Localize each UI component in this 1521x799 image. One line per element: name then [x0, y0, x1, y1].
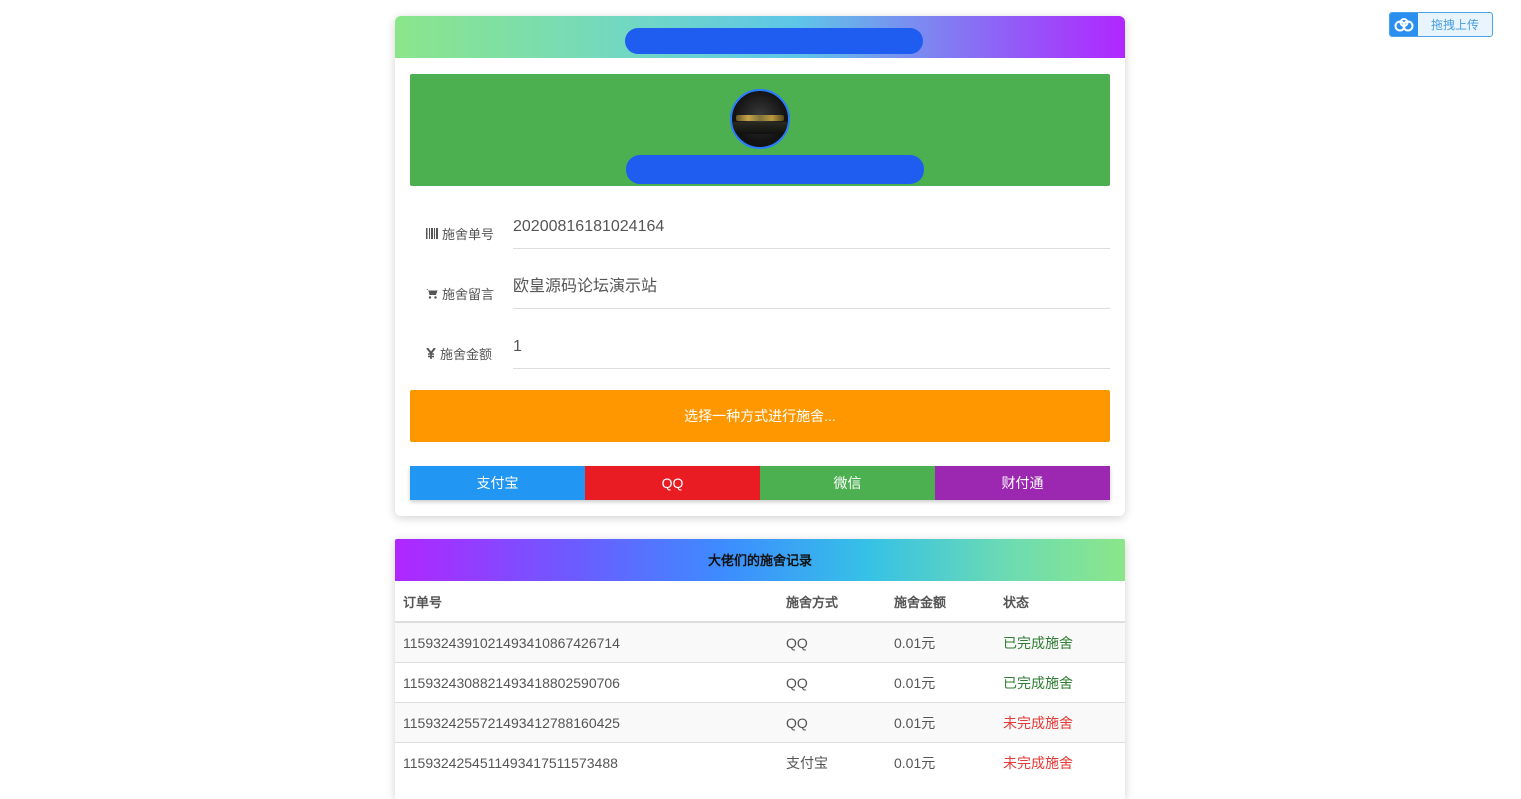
cell-order: 11593242557214934127881604​25 — [395, 702, 778, 743]
table-row: 11593242545114934175115734​88 支付宝 0.01元 … — [395, 742, 1125, 782]
message-input[interactable]: 欧皇源码论坛演示站 — [513, 272, 1110, 309]
cell-status: 未完成施舍 — [995, 702, 1125, 743]
amount-input[interactable]: 1 — [513, 332, 1110, 369]
records-table: 订单号 施舍方式 施舍金额 状态 11593243910214934108674… — [395, 581, 1125, 782]
avatar — [730, 89, 790, 149]
col-amount: 施舍金额 — [886, 581, 995, 623]
table-header-row: 订单号 施舍方式 施舍金额 状态 — [395, 581, 1125, 623]
drag-upload-button[interactable]: 拖拽上传 — [1389, 12, 1493, 37]
cart-icon — [426, 289, 438, 299]
table-row: 11593243088214934188025907​06 QQ 0.01元 已… — [395, 662, 1125, 703]
donation-card: 施舍单号 20200816181024164 施舍留言 欧皇源码论坛演示站 施舍… — [395, 16, 1125, 516]
amount-field: 施舍金额 1 — [410, 332, 1110, 370]
payment-methods: 支付宝 QQ 微信 财付通 — [410, 466, 1110, 500]
col-order: 订单号 — [395, 581, 778, 623]
cell-amount: 0.01元 — [886, 742, 995, 782]
drag-upload-label: 拖拽上传 — [1430, 18, 1479, 32]
redacted-name — [626, 155, 924, 184]
message-label: 施舍留言 — [442, 287, 495, 302]
cell-order: 11593243088214934188025907​06 — [395, 662, 778, 703]
cloud-icon — [1390, 13, 1418, 36]
table-row: 11593242557214934127881604​25 QQ 0.01元 未… — [395, 702, 1125, 743]
order-number-label: 施舍单号 — [442, 227, 495, 242]
redacted-title — [625, 28, 923, 54]
cell-method: QQ — [778, 621, 886, 663]
records-card: 大佬们的施舍记录 订单号 施舍方式 施舍金额 状态 11593243910214… — [395, 539, 1125, 799]
yen-icon — [426, 348, 436, 359]
pay-alipay-button[interactable]: 支付宝 — [410, 466, 585, 500]
col-status: 状态 — [995, 581, 1125, 623]
cell-method: QQ — [778, 702, 886, 743]
records-title: 大佬们的施舍记录 — [395, 539, 1125, 581]
cell-order: 11593242545114934175115734​88 — [395, 742, 778, 782]
card-header — [395, 16, 1125, 58]
pay-wechat-button[interactable]: 微信 — [760, 466, 935, 500]
cell-amount: 0.01元 — [886, 662, 995, 703]
cell-amount: 0.01元 — [886, 621, 995, 663]
order-number-value[interactable]: 20200816181024164 — [513, 212, 1110, 249]
order-number-field: 施舍单号 20200816181024164 — [410, 212, 1110, 250]
profile-banner — [410, 74, 1110, 186]
amount-label: 施舍金额 — [440, 347, 493, 362]
choose-method-banner: 选择一种方式进行施舍... — [410, 390, 1110, 442]
barcode-icon — [426, 228, 438, 239]
cell-amount: 0.01元 — [886, 702, 995, 743]
pay-qq-button[interactable]: QQ — [585, 466, 760, 500]
cell-method: QQ — [778, 662, 886, 703]
table-row: 11593243910214934108674267​14 QQ 0.01元 已… — [395, 621, 1125, 663]
cell-status: 已完成施舍 — [995, 621, 1125, 663]
cell-order: 11593243910214934108674267​14 — [395, 621, 778, 663]
pay-tenpay-button[interactable]: 财付通 — [935, 466, 1110, 500]
cell-status: 未完成施舍 — [995, 742, 1125, 782]
cell-method: 支付宝 — [778, 742, 886, 782]
cell-status: 已完成施舍 — [995, 662, 1125, 703]
message-field: 施舍留言 欧皇源码论坛演示站 — [410, 272, 1110, 310]
col-method: 施舍方式 — [778, 581, 886, 623]
